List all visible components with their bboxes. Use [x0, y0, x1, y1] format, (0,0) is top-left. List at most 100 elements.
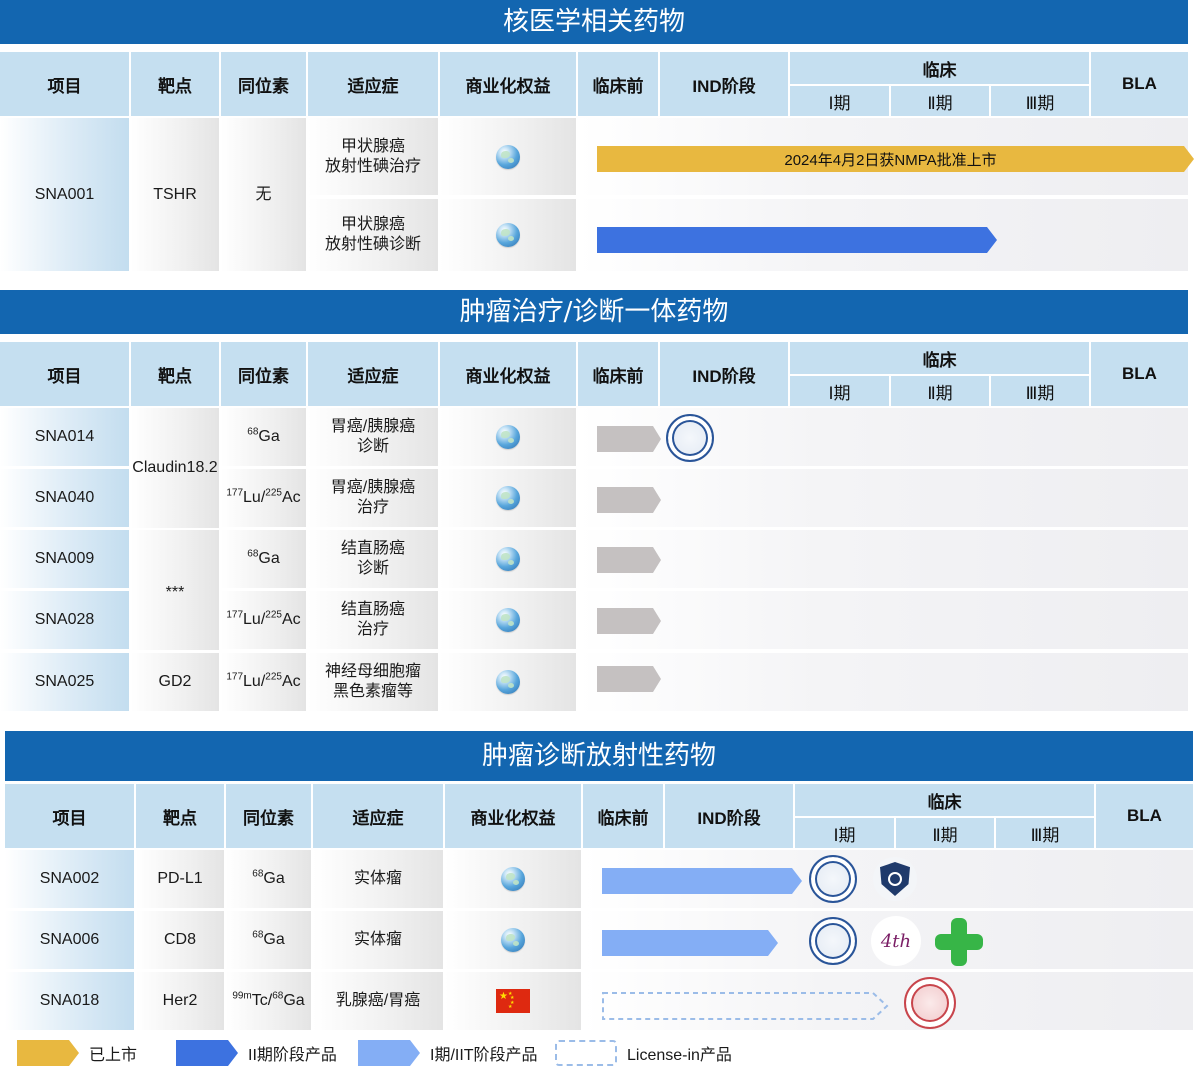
- header-phase1: Ⅰ期: [790, 86, 889, 116]
- partner-4th-hospital-logo: 4th: [871, 916, 921, 966]
- indication-cell: 神经母细胞瘤 黑色素瘤等: [308, 653, 438, 711]
- pipeline-row: [578, 653, 1188, 711]
- header-phase2: Ⅱ期: [891, 86, 989, 116]
- header-isotope: 同位素: [221, 342, 306, 406]
- indication-cell: 实体瘤: [313, 850, 443, 908]
- header-target: 靶点: [131, 52, 219, 116]
- globe-icon: [496, 223, 520, 247]
- target-cell: CD8: [136, 911, 224, 969]
- section-title: 肿瘤诊断放射性药物: [5, 731, 1193, 781]
- isotope-cell: 99mTc/68Ga: [226, 972, 311, 1030]
- header-bla: BLA: [1091, 342, 1188, 406]
- header-phase1: Ⅰ期: [790, 376, 889, 406]
- legend-label: 已上市: [89, 1047, 138, 1064]
- isotope-text: 68Ga: [247, 548, 280, 568]
- rights-cell: [440, 469, 576, 527]
- china-flag-icon: ★ ★ ★ ★ ★: [496, 989, 530, 1013]
- header-clinical: 临床: [790, 52, 1089, 84]
- preclinical-bar: [597, 608, 661, 634]
- indication-line: 治疗: [356, 499, 389, 516]
- legend-label: I期/IIT阶段产品: [430, 1047, 538, 1064]
- legend-phase1: I期/IIT阶段产品: [358, 1040, 538, 1066]
- isotope-cell: 无: [221, 118, 306, 271]
- indication-line: 放射性碘治疗: [324, 157, 421, 175]
- preclinical-bar: [597, 426, 661, 452]
- isotope-text: 177Lu/225Ac: [226, 487, 301, 507]
- indication-cell: 实体瘤: [313, 911, 443, 969]
- isotope-cell: 177Lu/225Ac: [221, 653, 306, 711]
- header-project: 项目: [5, 784, 134, 848]
- section-diagnostic-radiopharma: 肿瘤诊断放射性药物 项目 靶点 同位素 适应症 商业化权益 临床前 IND阶段 …: [5, 731, 1193, 1031]
- target-cell: Claudin18.2: [131, 408, 219, 528]
- header-indication: 适应症: [308, 52, 438, 116]
- globe-icon: [496, 486, 520, 510]
- header-ind: IND阶段: [660, 342, 788, 406]
- project-cell: SNA025: [0, 653, 129, 711]
- header-phase3: Ⅲ期: [996, 818, 1094, 848]
- indication-line: 甲状腺癌: [340, 137, 405, 155]
- rights-cell: [440, 530, 576, 588]
- approved-bar-label: 2024年4月2日获NMPA批准上市: [784, 151, 997, 169]
- section-title: 肿瘤治疗/诊断一体药物: [0, 290, 1188, 334]
- green-cross-logo: [935, 918, 983, 966]
- rights-cell: ★ ★ ★ ★ ★: [445, 972, 581, 1030]
- header-bla: BLA: [1096, 784, 1193, 848]
- header-preclinical: 临床前: [583, 784, 663, 848]
- target-cell: Her2: [136, 972, 224, 1030]
- isotope-cell: 177Lu/225Ac: [221, 469, 306, 527]
- legend-swatch: [17, 1040, 79, 1066]
- isotope-text: 68Ga: [252, 868, 285, 888]
- isotope-text: 68Ga: [247, 426, 280, 446]
- isotope-cell: 177Lu/225Ac: [221, 591, 306, 649]
- header-phase3: Ⅲ期: [991, 86, 1089, 116]
- header-bla: BLA: [1091, 52, 1188, 116]
- header-preclinical: 临床前: [578, 342, 658, 406]
- header-preclinical: 临床前: [578, 52, 658, 116]
- section-title: 核医学相关药物: [0, 0, 1188, 44]
- project-cell: SNA001: [0, 118, 129, 271]
- header-phase1: Ⅰ期: [795, 818, 894, 848]
- rights-cell: [445, 911, 581, 969]
- phase1-bar: [602, 868, 802, 894]
- license-in-bar: [602, 992, 889, 1020]
- target-cell: TSHR: [131, 118, 219, 271]
- indication-cell: 胃癌/胰腺癌 诊断: [308, 408, 438, 466]
- phase1-bar: [602, 930, 778, 956]
- partner-shield-logo: [873, 857, 917, 901]
- indication-cell: 结直肠癌 诊断: [308, 530, 438, 588]
- partner-seal-logo: [809, 917, 857, 965]
- partner-red-seal-logo: [904, 977, 956, 1029]
- header-target: 靶点: [136, 784, 224, 848]
- indication-line: 诊断: [356, 438, 389, 455]
- header-isotope: 同位素: [221, 52, 306, 116]
- project-cell: SNA014: [0, 408, 129, 466]
- project-cell: SNA018: [5, 972, 134, 1030]
- globe-icon: [501, 867, 525, 891]
- indication-line: 结直肠癌: [340, 601, 405, 619]
- globe-icon: [496, 547, 520, 571]
- rights-cell: [440, 408, 576, 466]
- indication-line: 放射性碘诊断: [324, 236, 421, 253]
- legend-label: II期阶段产品: [248, 1047, 337, 1064]
- indication-cell: 乳腺癌/胃癌: [313, 972, 443, 1030]
- legend-license-in: License-in产品: [555, 1040, 732, 1066]
- indication-line: 甲状腺癌: [340, 216, 405, 234]
- globe-icon: [496, 608, 520, 632]
- target-cell: GD2: [131, 653, 219, 711]
- header-project: 项目: [0, 52, 129, 116]
- isotope-cell: 68Ga: [221, 530, 306, 588]
- header-rights: 商业化权益: [440, 342, 576, 406]
- isotope-cell: 68Ga: [226, 911, 311, 969]
- project-cell: SNA009: [0, 530, 129, 588]
- rights-cell: [440, 591, 576, 649]
- globe-icon: [501, 928, 525, 952]
- legend-swatch: [358, 1040, 420, 1066]
- pipeline-row: [578, 469, 1188, 527]
- section-theranostics: 肿瘤治疗/诊断一体药物 项目 靶点 同位素 适应症 商业化权益 临床前 IND阶…: [0, 290, 1188, 715]
- header-phase2: Ⅱ期: [896, 818, 994, 848]
- legend-phase2: II期阶段产品: [176, 1040, 337, 1066]
- header-clinical: 临床: [790, 342, 1089, 374]
- indication-line: 黑色素瘤等: [332, 683, 413, 700]
- legend-swatch: [555, 1040, 617, 1066]
- partner-seal-logo: [809, 855, 857, 903]
